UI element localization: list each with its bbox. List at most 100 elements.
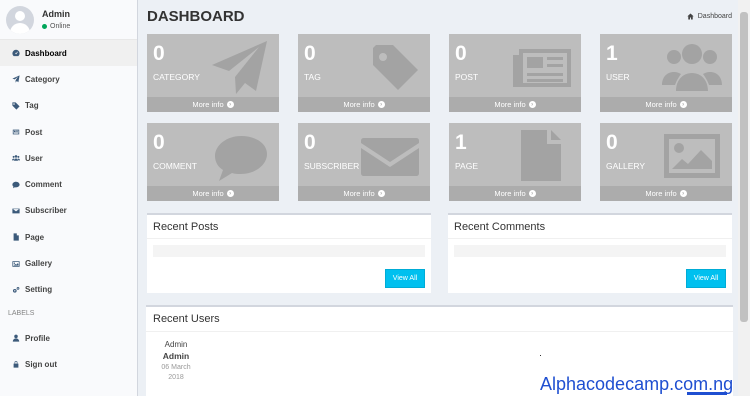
cogs-icon <box>10 286 22 294</box>
sidebar-item-profile[interactable]: Profile <box>0 325 137 351</box>
sidebar-item-tag[interactable]: Tag <box>0 93 137 119</box>
sidebar-item-label: Post <box>25 127 43 137</box>
sidebar-item-dashboard[interactable]: Dashboard <box>0 40 137 67</box>
stat-box-category: 0 CATEGORY More info › <box>147 34 279 112</box>
scrollbar-thumb[interactable] <box>740 12 748 322</box>
more-info-link[interactable]: More info › <box>147 186 279 201</box>
comment-icon <box>209 128 269 183</box>
home-icon <box>687 13 694 20</box>
stat-count: 0 <box>153 42 165 65</box>
stat-label: TAG <box>304 72 321 82</box>
more-info-link[interactable]: More info › <box>449 97 581 112</box>
stat-label: GALLERY <box>606 161 646 171</box>
more-info-link[interactable]: More info › <box>298 97 430 112</box>
picture-icon <box>662 128 722 183</box>
sidebar-item-subscriber[interactable]: Subscriber <box>0 198 137 224</box>
sidebar-item-comment[interactable]: Comment <box>0 171 137 197</box>
stat-label: USER <box>606 72 630 82</box>
sidebar-item-label: Subscriber <box>25 206 67 216</box>
page-title: DASHBOARD <box>147 8 245 25</box>
stat-label: PAGE <box>455 161 478 171</box>
view-all-button[interactable]: View All <box>686 269 726 288</box>
more-info-link[interactable]: More info › <box>600 97 732 112</box>
user-card[interactable]: Admin Admin 06 March 2018 <box>161 340 191 383</box>
menu-header-labels: LABELS <box>8 310 35 318</box>
stat-box-gallery: 0 GALLERY More info › <box>600 123 732 201</box>
arrow-circle-right-icon: › <box>679 101 687 108</box>
stat-box-post: 0 POST More info › <box>449 34 581 112</box>
sidebar-menu: Dashboard Category Tag Post User Comment… <box>0 40 137 378</box>
sidebar-item-label: Dashboard <box>25 48 67 58</box>
arrow-circle-right-icon: › <box>377 190 385 197</box>
file-icon <box>511 128 571 183</box>
stat-count: 0 <box>304 42 316 65</box>
sidebar: Admin Online Dashboard Category Tag Post… <box>0 0 138 396</box>
sidebar-item-category[interactable]: Category <box>0 66 137 92</box>
stat-count: 1 <box>606 42 618 65</box>
paper-plane-icon <box>209 39 269 94</box>
sidebar-item-label: Sign out <box>25 359 57 369</box>
sidebar-item-label: Profile <box>25 333 50 343</box>
breadcrumb[interactable]: Dashboard <box>687 13 732 20</box>
sidebar-item-label: Page <box>25 232 45 242</box>
comment-icon <box>10 181 22 189</box>
newspaper-icon <box>511 39 571 94</box>
tag-icon <box>360 39 420 94</box>
stat-label: SUBSCRIBER <box>304 161 360 171</box>
image-icon <box>10 260 22 268</box>
user-card-image-alt: Admin <box>164 340 188 349</box>
sidebar-item-page[interactable]: Page <box>0 224 137 250</box>
dashboard-icon <box>10 49 22 57</box>
arrow-circle-right-icon: › <box>528 101 536 108</box>
main-content: DASHBOARD Dashboard 0 CATEGORY More info… <box>139 0 750 396</box>
recent-posts-panel: Recent Posts View All <box>147 213 431 293</box>
stat-box-page: 1 PAGE More info › <box>449 123 581 201</box>
recent-comments-panel: Recent Comments View All <box>448 213 732 293</box>
user-icon <box>10 334 22 342</box>
sidebar-item-gallery[interactable]: Gallery <box>0 250 137 276</box>
sidebar-item-label: Tag <box>25 101 39 111</box>
scrollbar[interactable] <box>738 0 750 396</box>
breadcrumb-label: Dashboard <box>697 13 732 20</box>
empty-row <box>153 245 425 257</box>
empty-row <box>454 245 726 257</box>
arrow-circle-right-icon: › <box>226 190 234 197</box>
user-card-name[interactable]: Admin <box>161 351 191 361</box>
more-info-link[interactable]: More info › <box>600 186 732 201</box>
panel-title: Recent Posts <box>153 221 219 233</box>
more-info-link[interactable]: More info › <box>147 97 279 112</box>
sidebar-item-label: Setting <box>25 285 53 295</box>
sidebar-item-label: Comment <box>25 180 62 190</box>
user-panel: Admin Online <box>0 0 137 40</box>
view-all-button[interactable]: View All <box>385 269 425 288</box>
user-card-date: 06 March 2018 <box>161 364 191 381</box>
newspaper-icon <box>10 128 22 136</box>
arrow-circle-right-icon: › <box>528 190 536 197</box>
more-info-link[interactable]: More info › <box>449 186 581 201</box>
arrow-circle-right-icon: › <box>226 101 234 108</box>
tag-icon <box>10 102 22 110</box>
stat-box-comment: 0 COMMENT More info › <box>147 123 279 201</box>
sidebar-item-label: User <box>25 153 43 163</box>
avatar <box>6 5 34 34</box>
stat-label: CATEGORY <box>153 72 200 82</box>
send-icon <box>10 75 22 84</box>
sidebar-item-label: Gallery <box>25 259 53 269</box>
stat-label: POST <box>455 72 479 82</box>
sidebar-item-sign-out[interactable]: Sign out <box>0 351 137 377</box>
stat-count: 0 <box>606 131 618 154</box>
panel-title: Recent Comments <box>454 221 546 233</box>
stat-count: 0 <box>153 131 165 154</box>
arrow-circle-right-icon: › <box>679 190 687 197</box>
stat-count: 0 <box>304 131 316 154</box>
online-dot-icon <box>42 24 47 29</box>
user-status-label: Online <box>50 23 71 30</box>
sidebar-item-post[interactable]: Post <box>0 119 137 145</box>
lock-icon <box>10 360 22 369</box>
user-status: Online <box>42 23 70 30</box>
sidebar-item-setting[interactable]: Setting <box>0 277 137 303</box>
watermark-underline <box>687 392 727 395</box>
sidebar-item-user[interactable]: User <box>0 145 137 171</box>
more-info-link[interactable]: More info › <box>298 186 430 201</box>
users-icon <box>662 39 722 94</box>
